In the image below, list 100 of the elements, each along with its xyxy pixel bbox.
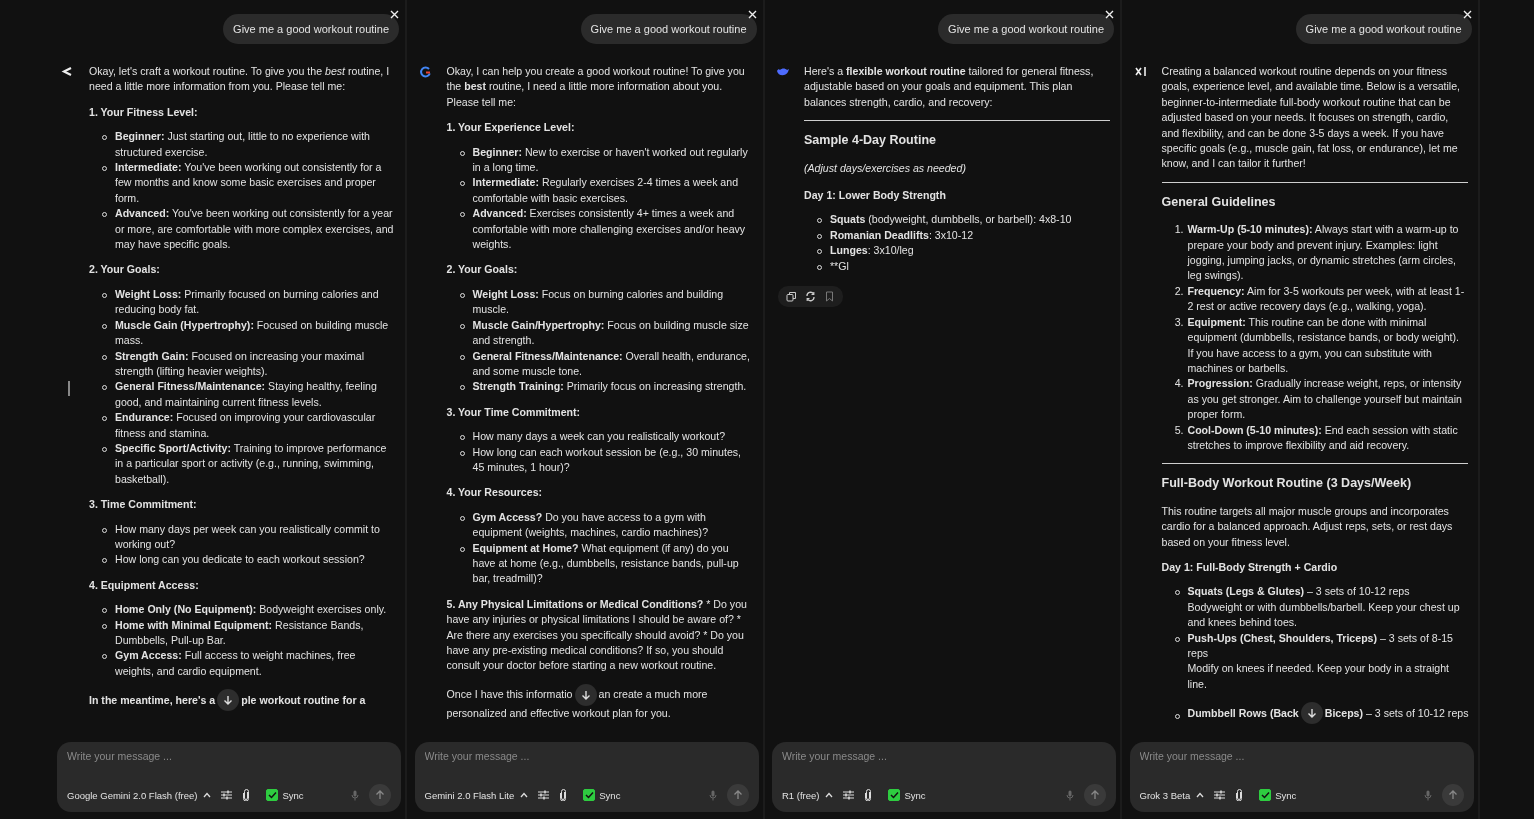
message-text: Dumbbell Rows (Back [1187,705,1299,721]
section-heading: 2. Your Goals: [89,262,161,278]
list-item-text: How long can you dedicate to each workout session? [115,552,366,568]
attach-button[interactable] [242,789,251,801]
message-field[interactable]: Write your message ... [67,748,262,764]
section-heading: 1. Your Fitness Level: [89,104,199,120]
list-item-text: Squats (Legs & Glutes) – 3 sets of 10-12 reps [1187,584,1411,600]
bookmark-button[interactable] [824,291,835,303]
sync-checkbox[interactable] [583,789,596,801]
message-paragraph: 5. Any Physical Limitations or Medical Conditions? * Do you have any injuries or physical limitations I should be aware of? * Are there any exercises you specifically should avoid? * Do you have any pre-existing medical conditions? If so, you should consult your doctor before starting a new workout routine. [446,596,748,674]
message-field[interactable]: Write your message ... [424,748,619,764]
paperclip-icon [864,789,873,801]
message-field[interactable]: Write your message ... [1139,748,1334,764]
prompt-bubble: Give me a good workout routine [938,14,1114,44]
attach-button[interactable] [1235,789,1244,801]
close-button[interactable] [747,10,757,19]
close-icon [1105,10,1114,19]
arc-icon [418,65,432,78]
list-item-text: How many days a week can you realistically workout? [472,429,727,445]
send-button[interactable] [726,784,749,806]
scroll-down-button[interactable] [1300,702,1323,725]
check-icon [1260,791,1270,799]
settings-button[interactable] [221,790,233,800]
microphone-button[interactable] [708,789,717,801]
settings-button[interactable] [843,790,855,800]
message-paragraph: This routine targets all major muscle groups and incorporates cardio for a balanced approach. Adjust reps, sets, or rest days based on your fitness level. [1161,503,1454,550]
send-button[interactable] [1441,784,1464,806]
caret-up-icon [203,792,212,798]
scroll-down-button[interactable] [217,689,240,712]
list-item-note: Modify on knees if needed. Keep your body in a straight line. [1187,661,1450,692]
sync-label: Sync [1275,789,1297,801]
sliders-icon [221,790,233,800]
section-title: Full-Body Workout Routine (3 Days/Week) [1161,476,1413,492]
list-item-text: Intermediate: Regularly exercises 2-4 times a week and comfortable with basic exercises. [472,175,740,206]
up-arrow-icon [1090,790,1100,800]
message-text: In the meantime, here's a [89,692,216,708]
message-text: ple workout routine for a [241,692,366,708]
message-text: Biceps) – 3 sets of 10-12 reps [1324,705,1469,721]
regenerate-button[interactable] [805,291,816,303]
microphone-button[interactable] [1423,789,1432,801]
model-selector[interactable]: R1 (free) [782,789,834,801]
message-paragraph: Here's a flexible workout routine tailored for general fitness, adjustable based on your goals and equipment. This plan balances strength, cardio, and recovery: [804,64,1095,110]
list-number: 1. [1173,222,1185,238]
list-item-text: General Fitness/Maintenance: Staying healthy, feeling good, and maintaining current fitness levels. [115,379,378,410]
paperclip-icon [242,789,251,801]
microphone-icon [1066,789,1074,801]
sliders-icon [843,790,855,800]
list-number: 4. [1173,376,1185,392]
list-item-text: Intermediate: You've been working out consistently for a few months and know some basic exercises and proper form. [115,160,383,206]
resize-handle[interactable] [68,381,70,396]
section-heading: 4. Equipment Access: [89,577,200,593]
message-text: Once I have this informatio [446,687,573,703]
send-button[interactable] [369,784,391,806]
microphone-icon [351,789,359,801]
close-icon [747,10,757,19]
sync-label: Sync [282,789,304,801]
sliders-icon [538,790,550,800]
microphone-icon [1423,789,1432,801]
sync-checkbox[interactable] [888,789,901,801]
list-item-text: Muscle Gain/Hypertrophy: Focus on building muscle size and strength. [472,317,750,349]
list-number: 2. [1173,283,1185,299]
list-item-text: Strength Training: Primarily focus on increasing strength. [472,379,748,395]
up-arrow-icon [732,790,743,800]
close-button[interactable] [390,10,399,19]
model-selector[interactable]: Gemini 2.0 Flash Lite [424,789,529,801]
model-selector[interactable]: Grok 3 Beta [1139,789,1205,801]
close-icon [390,10,399,19]
message-field[interactable]: Write your message ... [782,748,977,764]
caret-up-icon [520,792,529,798]
microphone-button[interactable] [351,789,359,801]
sync-label: Sync [599,789,621,801]
list-item-text: Strength Gain: Focused on increasing your maximal strength (lifting heavier weights). [115,348,366,379]
microphone-button[interactable] [1066,789,1074,801]
attach-button[interactable] [864,789,873,801]
list-item-text: Beginner: New to exercise or haven't worked out regularly in a long time. [472,144,749,176]
list-item-text: General Fitness/Maintenance: Overall health, endurance, and some muscle tone. [472,348,751,379]
list-item-text: Frequency: Aim for 3-5 workouts per week, with at least 1-2 rest or active recovery days (e.g., walking, yoga). [1187,283,1466,315]
send-button[interactable] [1084,784,1106,806]
down-arrow-icon [580,689,591,700]
sync-checkbox[interactable] [266,789,279,801]
list-item-text: Beginner: Just starting out, little to no experience with structured exercise. [115,129,371,160]
message-text: personalized and effective workout plan for you. [446,705,672,721]
section-title: Sample 4-Day Routine [804,133,937,149]
settings-button[interactable] [1214,790,1226,800]
settings-button[interactable] [538,790,550,800]
section-heading: Day 1: Lower Body Strength [804,188,947,204]
sliders-icon [1214,790,1226,800]
scroll-down-button[interactable] [574,683,597,706]
list-item-text: Home with Minimal Equipment: Resistance Bands, Dumbbells, Pull-up Bar. [115,617,365,648]
attach-button[interactable] [559,789,568,801]
section-heading: Day 1: Full-Body Strength + Cardio [1161,559,1339,575]
copy-button[interactable] [786,291,797,303]
close-button[interactable] [1105,10,1114,19]
section-heading: 1. Your Experience Level: [446,120,576,136]
sync-label: Sync [904,789,926,801]
close-button[interactable] [1462,10,1472,19]
sync-checkbox[interactable] [1259,789,1272,801]
paperclip-icon [1235,789,1244,801]
model-selector[interactable]: Google Gemini 2.0 Flash (free) [67,789,212,801]
caret-up-icon [825,792,834,798]
